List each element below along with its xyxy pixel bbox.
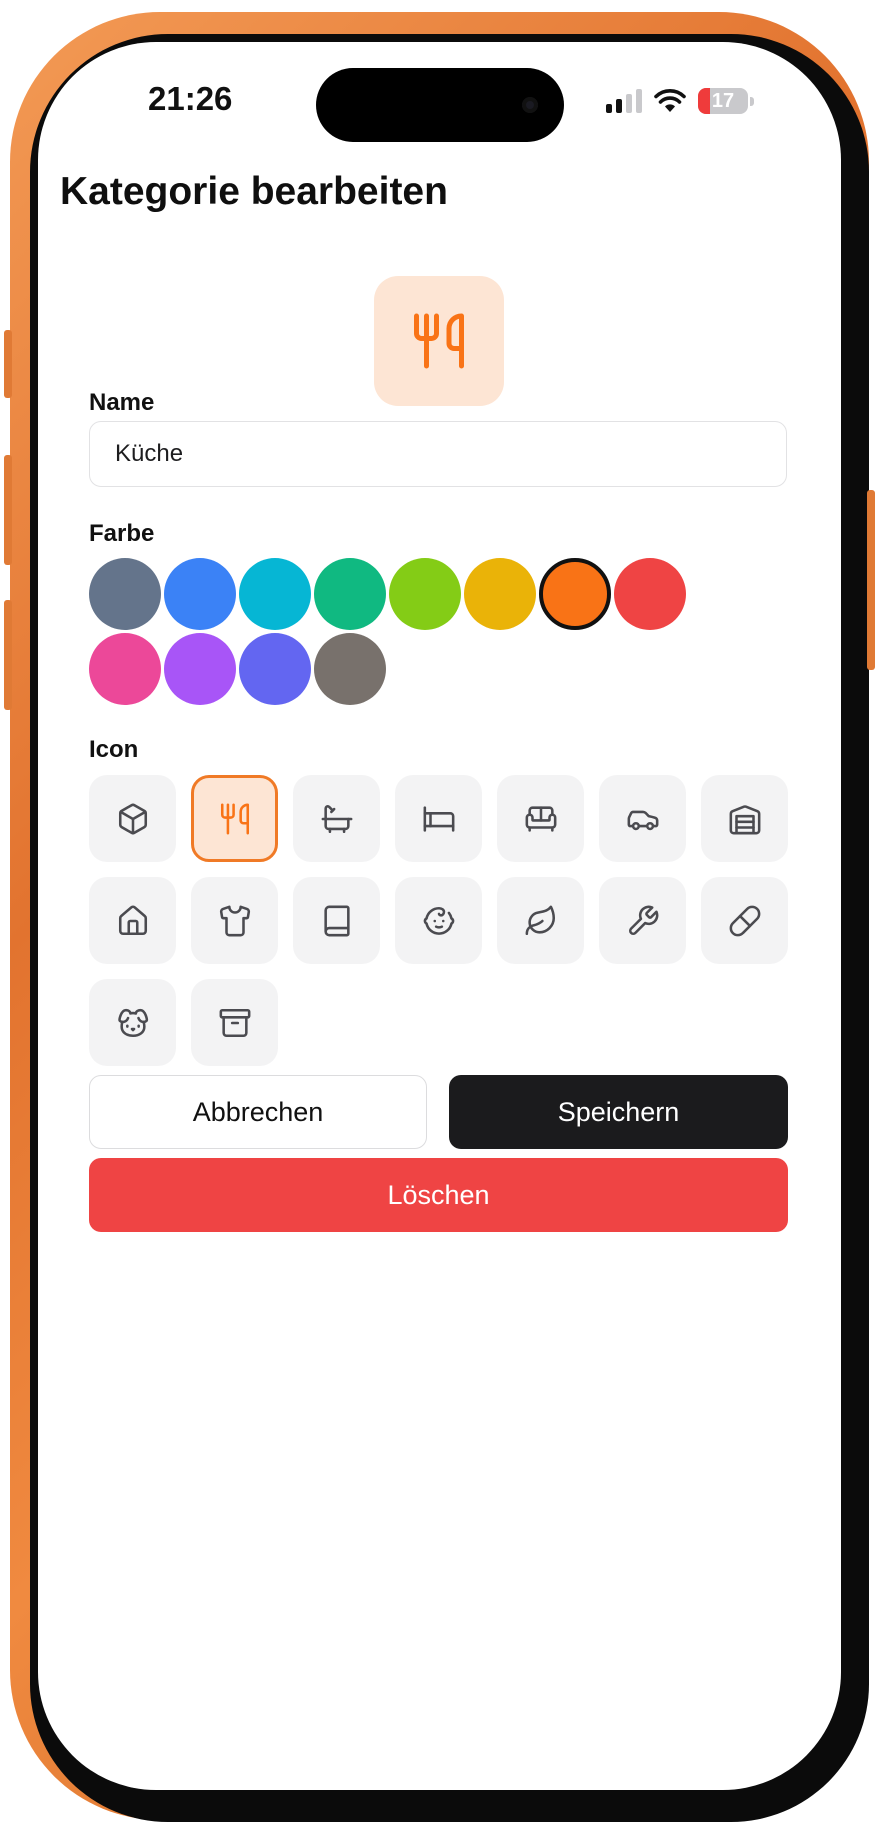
power-button: [867, 490, 875, 670]
home-icon: [118, 905, 147, 935]
icon-option-leaf[interactable]: [497, 877, 584, 964]
color-swatch[interactable]: [614, 558, 686, 630]
icon-option-warehouse[interactable]: [701, 775, 788, 862]
category-preview: [374, 276, 504, 406]
color-swatch[interactable]: [239, 558, 311, 630]
status-time: 21:26: [148, 80, 233, 117]
icon-option-car[interactable]: [599, 775, 686, 862]
delete-button[interactable]: Löschen: [89, 1158, 788, 1232]
color-swatch[interactable]: [164, 558, 236, 630]
leaf-icon: [525, 905, 555, 935]
pill-icon: [729, 905, 760, 936]
bath-icon: [321, 804, 352, 833]
icon-option-home[interactable]: [89, 877, 176, 964]
sofa-icon: [525, 805, 556, 832]
color-swatch[interactable]: [164, 633, 236, 705]
action-button: [4, 330, 12, 398]
icon-option-utensils[interactable]: [191, 775, 278, 862]
icon-option-dog[interactable]: [89, 979, 176, 1066]
color-swatch[interactable]: [239, 633, 311, 705]
dog-icon: [117, 1008, 148, 1037]
screen: 21:26 17 Kategorie bearbeiten Name Küche…: [38, 42, 841, 1790]
icon-option-wrench[interactable]: [599, 877, 686, 964]
icon-option-bed[interactable]: [395, 775, 482, 862]
utensils-icon: [414, 313, 464, 369]
status-icons: 17: [606, 84, 754, 118]
battery-level: 17: [711, 89, 735, 112]
archive-icon: [219, 1008, 250, 1037]
volume-down-button: [4, 600, 12, 710]
color-swatch[interactable]: [464, 558, 536, 630]
baby-icon: [423, 906, 454, 935]
wrench-icon: [628, 905, 658, 935]
volume-up-button: [4, 455, 12, 565]
page-title: Kategorie bearbeiten: [60, 170, 448, 213]
bed-icon: [423, 805, 454, 832]
icon-option-shirt[interactable]: [191, 877, 278, 964]
icon-option-box[interactable]: [89, 775, 176, 862]
icon-option-pill[interactable]: [701, 877, 788, 964]
color-label: Farbe: [89, 520, 155, 547]
icon-option-bath[interactable]: [293, 775, 380, 862]
utensils-icon: [220, 803, 249, 834]
icon-option-book[interactable]: [293, 877, 380, 964]
shirt-icon: [219, 905, 250, 936]
icon-option-sofa[interactable]: [497, 775, 584, 862]
icon-option-archive[interactable]: [191, 979, 278, 1066]
color-swatch[interactable]: [89, 558, 161, 630]
box-icon: [118, 803, 147, 834]
icon-option-baby[interactable]: [395, 877, 482, 964]
dynamic-island: [316, 68, 564, 142]
battery-icon: 17: [698, 88, 754, 114]
warehouse-icon: [729, 804, 760, 834]
cellular-signal-icon: [606, 89, 642, 113]
name-input[interactable]: Küche: [89, 421, 787, 487]
car-icon: [627, 810, 658, 830]
color-swatch[interactable]: [314, 558, 386, 630]
name-label: Name: [89, 389, 155, 416]
cancel-button[interactable]: Abbrechen: [89, 1075, 427, 1149]
icon-label: Icon: [89, 736, 139, 763]
color-swatch[interactable]: [89, 633, 161, 705]
color-swatch[interactable]: [314, 633, 386, 705]
book-icon: [323, 905, 350, 936]
wifi-icon: [654, 89, 686, 112]
camera-icon: [522, 97, 538, 113]
color-swatch[interactable]: [539, 558, 611, 630]
save-button[interactable]: Speichern: [449, 1075, 788, 1149]
color-swatch[interactable]: [389, 558, 461, 630]
